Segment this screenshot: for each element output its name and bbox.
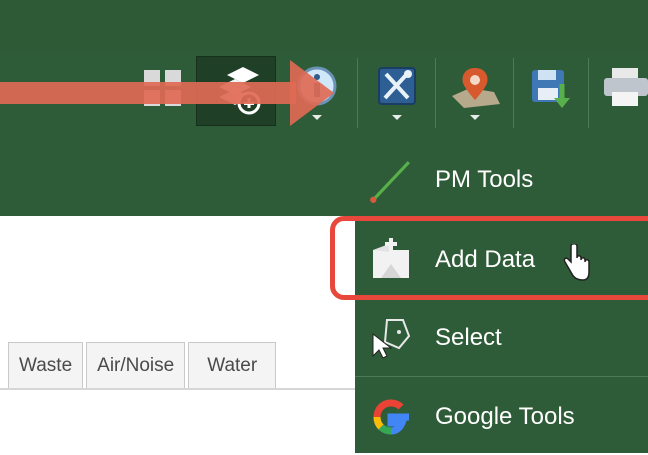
chevron-down-icon [470, 115, 480, 120]
menu-item-label: Select [435, 324, 502, 351]
select-icon [372, 319, 411, 359]
divider [588, 58, 589, 128]
menu-item-label: Google Tools [435, 403, 575, 430]
chevron-down-icon [392, 115, 402, 120]
google-g-icon [373, 399, 409, 435]
content-panel [0, 216, 360, 453]
save-download-icon [532, 70, 570, 108]
menu-item-label: PM Tools [435, 166, 534, 193]
divider [355, 376, 648, 377]
menu-item-pm-tools[interactable]: PM Tools [355, 142, 648, 218]
pm-tools-line-icon [370, 161, 410, 203]
menu-item-google-tools[interactable]: Google Tools [355, 379, 648, 455]
panel-header-bar [0, 136, 360, 216]
tools-menu-button[interactable] [362, 56, 432, 126]
tab-waste[interactable]: Waste [8, 342, 84, 388]
divider [357, 58, 358, 128]
tab-strip: Waste Air/Noise Water [8, 342, 279, 388]
divider [513, 58, 514, 128]
location-tool-button[interactable] [440, 56, 510, 126]
divider [0, 388, 360, 390]
save-tool-button[interactable] [518, 56, 582, 126]
print-icon [604, 68, 648, 106]
menu-item-select[interactable]: Select [355, 300, 648, 376]
annotation-arrow-head [290, 60, 334, 126]
print-tool-button[interactable] [594, 56, 648, 126]
divider [435, 58, 436, 128]
annotation-highlight-box [330, 216, 648, 300]
tab-air-noise[interactable]: Air/Noise [86, 342, 186, 388]
app-header-bar [0, 0, 648, 50]
annotation-arrow [0, 82, 296, 104]
tab-water[interactable]: Water [188, 342, 277, 388]
